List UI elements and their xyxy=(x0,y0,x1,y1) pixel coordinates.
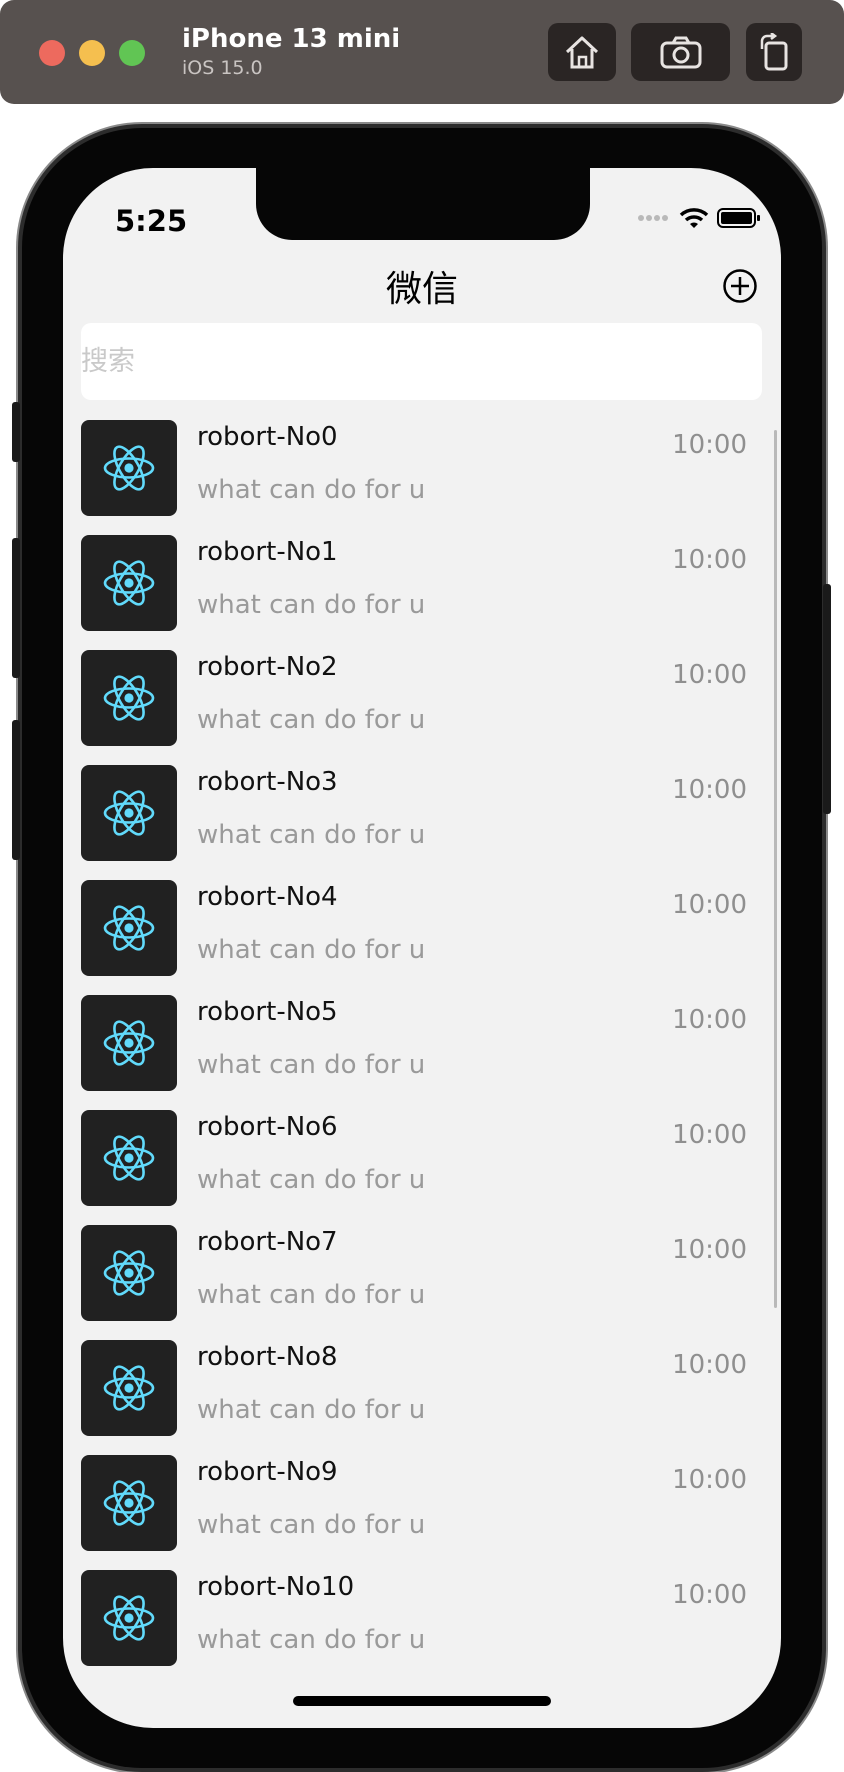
chat-time: 10:00 xyxy=(672,1120,747,1150)
chat-time: 10:00 xyxy=(672,430,747,460)
scrollbar[interactable] xyxy=(774,430,777,1308)
device-name: iPhone 13 mini xyxy=(182,24,401,54)
chat-list-item[interactable]: robort-No4 what can do for u 10:00 xyxy=(81,880,771,995)
os-version: iOS 15.0 xyxy=(182,57,263,79)
avatar xyxy=(81,535,177,631)
avatar xyxy=(81,995,177,1091)
power-button xyxy=(823,584,831,814)
chat-last-message: what can do for u xyxy=(197,475,426,505)
avatar xyxy=(81,1455,177,1551)
home-button[interactable] xyxy=(548,23,616,81)
chat-time: 10:00 xyxy=(672,660,747,690)
screenshot-icon xyxy=(660,36,701,69)
react-logo-icon xyxy=(103,1480,155,1526)
search-box[interactable] xyxy=(81,323,762,400)
react-logo-icon xyxy=(103,560,155,606)
volume-down-button xyxy=(12,720,20,860)
chat-time: 10:00 xyxy=(672,890,747,920)
rotate-icon xyxy=(760,33,788,71)
chat-time: 10:00 xyxy=(672,775,747,805)
avatar xyxy=(81,420,177,516)
chat-time: 10:00 xyxy=(672,1350,747,1380)
chat-name: robort-No4 xyxy=(197,882,338,912)
react-logo-icon xyxy=(103,905,155,951)
chat-name: robort-No6 xyxy=(197,1112,338,1142)
chat-last-message: what can do for u xyxy=(197,935,426,965)
avatar xyxy=(81,765,177,861)
avatar xyxy=(81,1110,177,1206)
page-title: 微信 xyxy=(385,269,458,310)
screenshot-button[interactable] xyxy=(631,23,730,81)
phone-screen: 5:25 微信 搜索 robort-No0 what can do for u … xyxy=(63,168,781,1728)
chat-last-message: what can do for u xyxy=(197,705,426,735)
avatar xyxy=(81,1570,177,1666)
chat-list-item[interactable]: robort-No3 what can do for u 10:00 xyxy=(81,765,771,880)
avatar xyxy=(81,1340,177,1436)
avatar xyxy=(81,650,177,746)
minimize-window-button[interactable] xyxy=(79,40,105,66)
avatar xyxy=(81,880,177,976)
chat-list-item[interactable]: robort-No2 what can do for u 10:00 xyxy=(81,650,771,765)
chat-list-item[interactable]: robort-No8 what can do for u 10:00 xyxy=(81,1340,771,1455)
chat-last-message: what can do for u xyxy=(197,1050,426,1080)
zoom-window-button[interactable] xyxy=(119,40,145,66)
react-logo-icon xyxy=(103,445,155,491)
chat-name: robort-No9 xyxy=(197,1457,338,1487)
react-logo-icon xyxy=(103,790,155,836)
rotate-button[interactable] xyxy=(746,23,802,81)
simulator-toolbar: iPhone 13 mini iOS 15.0 xyxy=(0,0,844,104)
react-logo-icon xyxy=(103,1365,155,1411)
chat-name: robort-No3 xyxy=(197,767,338,797)
react-logo-icon xyxy=(103,675,155,721)
chat-last-message: what can do for u xyxy=(197,1395,426,1425)
chat-name: robort-No5 xyxy=(197,997,338,1027)
react-logo-icon xyxy=(103,1020,155,1066)
chat-list-item[interactable]: robort-No0 what can do for u 10:00 xyxy=(81,420,771,535)
signal-dots-icon xyxy=(638,215,668,221)
notch xyxy=(256,168,590,240)
chat-name: robort-No10 xyxy=(197,1572,355,1602)
chat-time: 10:00 xyxy=(672,1235,747,1265)
chat-name: robort-No8 xyxy=(197,1342,338,1372)
chat-time: 10:00 xyxy=(672,1580,747,1610)
react-logo-icon xyxy=(103,1135,155,1181)
avatar xyxy=(81,1225,177,1321)
chat-list-item[interactable]: robort-No10 what can do for u 10:00 xyxy=(81,1570,771,1685)
volume-up-button xyxy=(12,538,20,678)
chat-last-message: what can do for u xyxy=(197,1280,426,1310)
chat-time: 10:00 xyxy=(672,545,747,575)
chat-name: robort-No1 xyxy=(197,537,338,567)
chat-list[interactable]: robort-No0 what can do for u 10:00 robor… xyxy=(81,420,771,1685)
chat-last-message: what can do for u xyxy=(197,1165,426,1195)
battery-icon xyxy=(717,208,760,228)
chat-name: robort-No0 xyxy=(197,422,338,452)
chat-list-item[interactable]: robort-No5 what can do for u 10:00 xyxy=(81,995,771,1110)
react-logo-icon xyxy=(103,1595,155,1641)
status-icons xyxy=(637,206,761,230)
chat-list-item[interactable]: robort-No7 what can do for u 10:00 xyxy=(81,1225,771,1340)
home-indicator[interactable] xyxy=(293,1696,551,1706)
chat-last-message: what can do for u xyxy=(197,1510,426,1540)
home-icon xyxy=(565,36,599,69)
chat-list-item[interactable]: robort-No9 what can do for u 10:00 xyxy=(81,1455,771,1570)
chat-list-item[interactable]: robort-No1 what can do for u 10:00 xyxy=(81,535,771,650)
chat-list-item[interactable]: robort-No6 what can do for u 10:00 xyxy=(81,1110,771,1225)
search-input[interactable] xyxy=(81,323,762,400)
chat-name: robort-No7 xyxy=(197,1227,338,1257)
mute-switch xyxy=(12,402,20,462)
react-logo-icon xyxy=(103,1250,155,1296)
wifi-icon xyxy=(679,208,709,228)
status-time: 5:25 xyxy=(115,204,188,238)
plus-circle-icon[interactable] xyxy=(722,268,758,304)
chat-name: robort-No2 xyxy=(197,652,338,682)
close-window-button[interactable] xyxy=(39,40,65,66)
chat-last-message: what can do for u xyxy=(197,820,426,850)
chat-last-message: what can do for u xyxy=(197,1625,426,1655)
chat-time: 10:00 xyxy=(672,1005,747,1035)
chat-time: 10:00 xyxy=(672,1465,747,1495)
chat-last-message: what can do for u xyxy=(197,590,426,620)
